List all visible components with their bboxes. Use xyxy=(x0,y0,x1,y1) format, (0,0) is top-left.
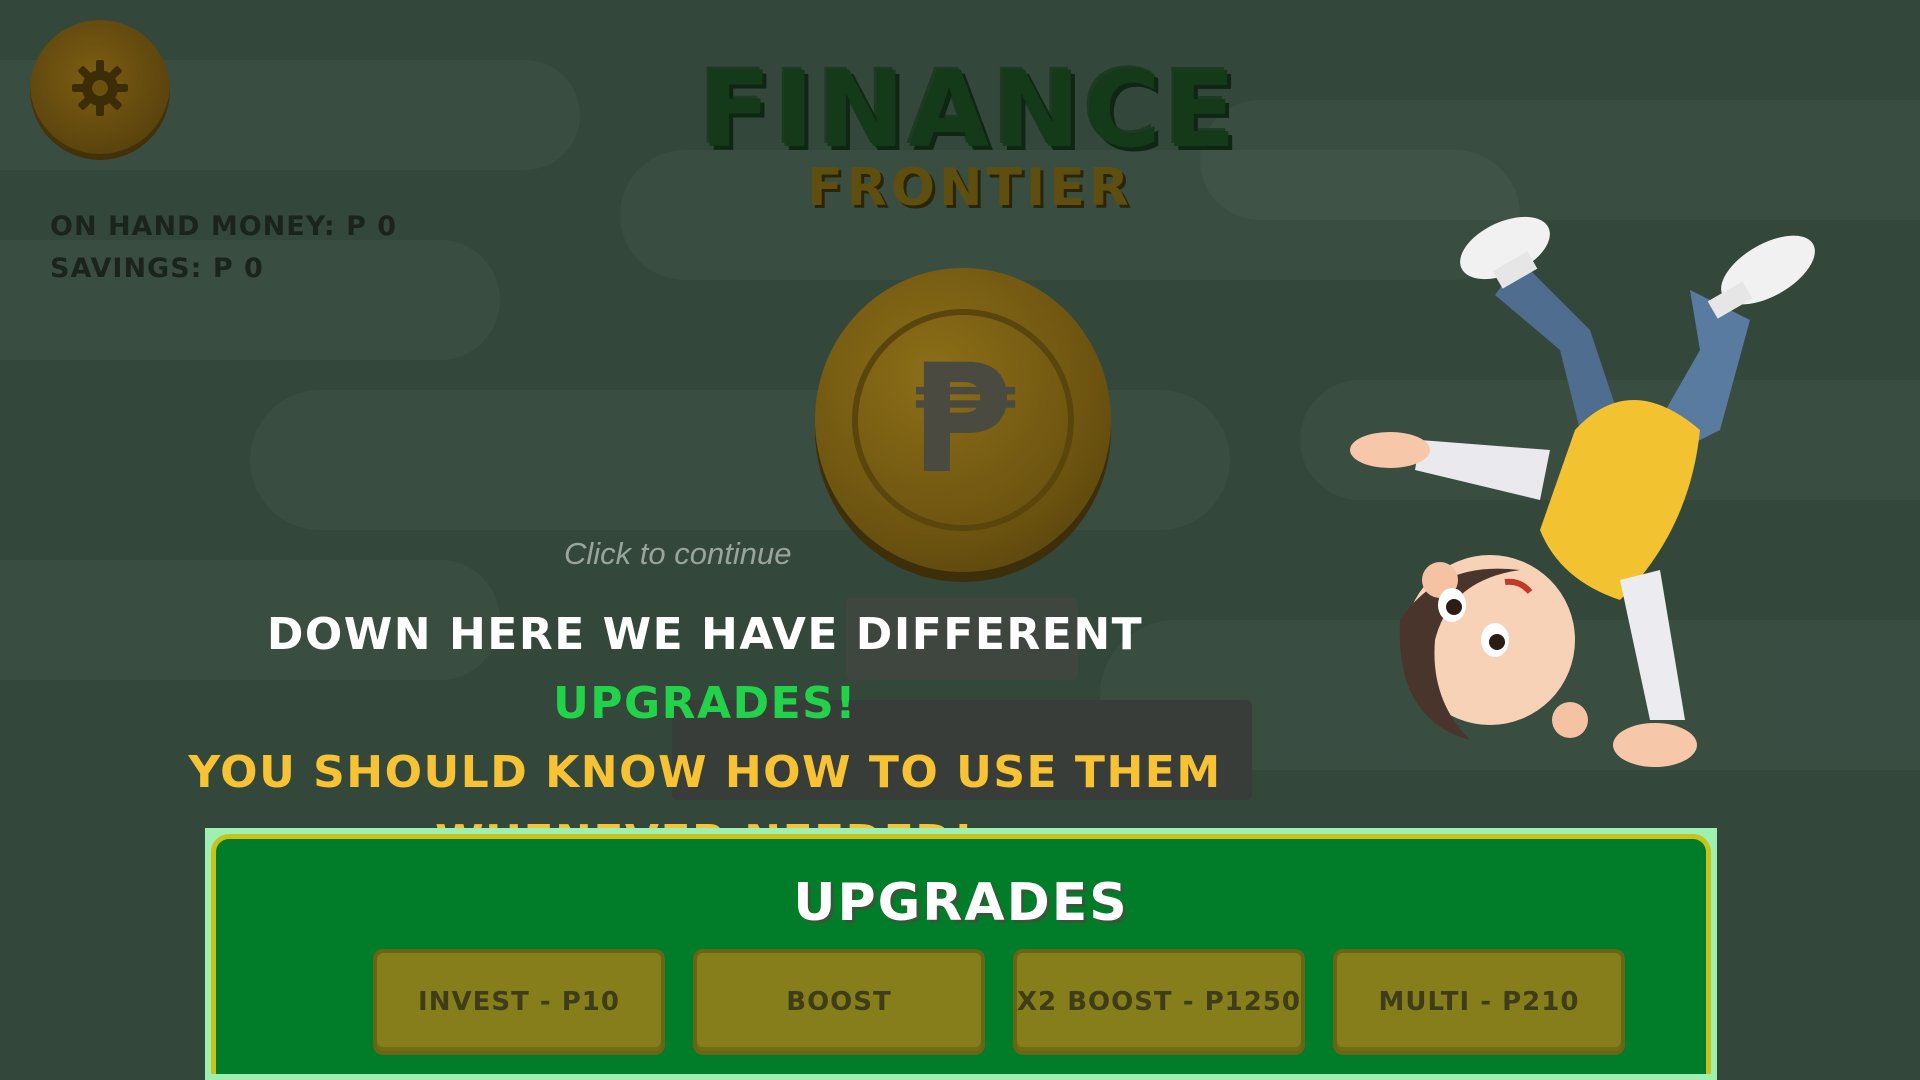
dialogue-text: DOWN HERE WE HAVE DIFFERENT xyxy=(266,609,1144,660)
game-logo: FINANCE FRONTIER xyxy=(700,58,1240,214)
dialogue-line-1: DOWN HERE WE HAVE DIFFERENT UPGRADES! xyxy=(110,600,1300,738)
logo-title: FINANCE xyxy=(700,49,1240,171)
invest-button[interactable]: INVEST - P10 xyxy=(373,949,665,1055)
click-to-continue[interactable]: Click to continue xyxy=(564,536,791,572)
coin-face: ₱ xyxy=(852,309,1074,531)
gear-icon xyxy=(68,56,132,124)
peso-icon: ₱ xyxy=(910,333,1016,507)
upgrade-buttons: INVEST - P10 BOOST X2 BOOST - P1250 MULT… xyxy=(373,949,1625,1055)
peso-coin-button[interactable]: ₱ xyxy=(815,268,1111,572)
upgrades-panel-body: UPGRADES INVEST - P10 BOOST X2 BOOST - P… xyxy=(211,834,1711,1074)
x2-boost-button[interactable]: X2 BOOST - P1250 xyxy=(1013,949,1305,1055)
savings: SAVINGS: P 0 xyxy=(50,253,264,284)
boost-button[interactable]: BOOST xyxy=(693,949,985,1055)
on-hand-money: ON HAND MONEY: P 0 xyxy=(50,211,398,242)
money-stats: ON HAND MONEY: P 0 SAVINGS: P 0 xyxy=(50,206,397,290)
settings-button[interactable] xyxy=(30,20,170,160)
upgrades-title: UPGRADES xyxy=(793,873,1129,933)
dialogue-highlight: UPGRADES! xyxy=(553,678,857,729)
upgrades-panel: UPGRADES INVEST - P10 BOOST X2 BOOST - P… xyxy=(205,828,1717,1080)
multi-button[interactable]: MULTI - P210 xyxy=(1333,949,1625,1055)
tutorial-character xyxy=(1350,216,1815,767)
dialogue-line-2: YOU SHOULD KNOW HOW TO USE THEM xyxy=(188,747,1222,798)
